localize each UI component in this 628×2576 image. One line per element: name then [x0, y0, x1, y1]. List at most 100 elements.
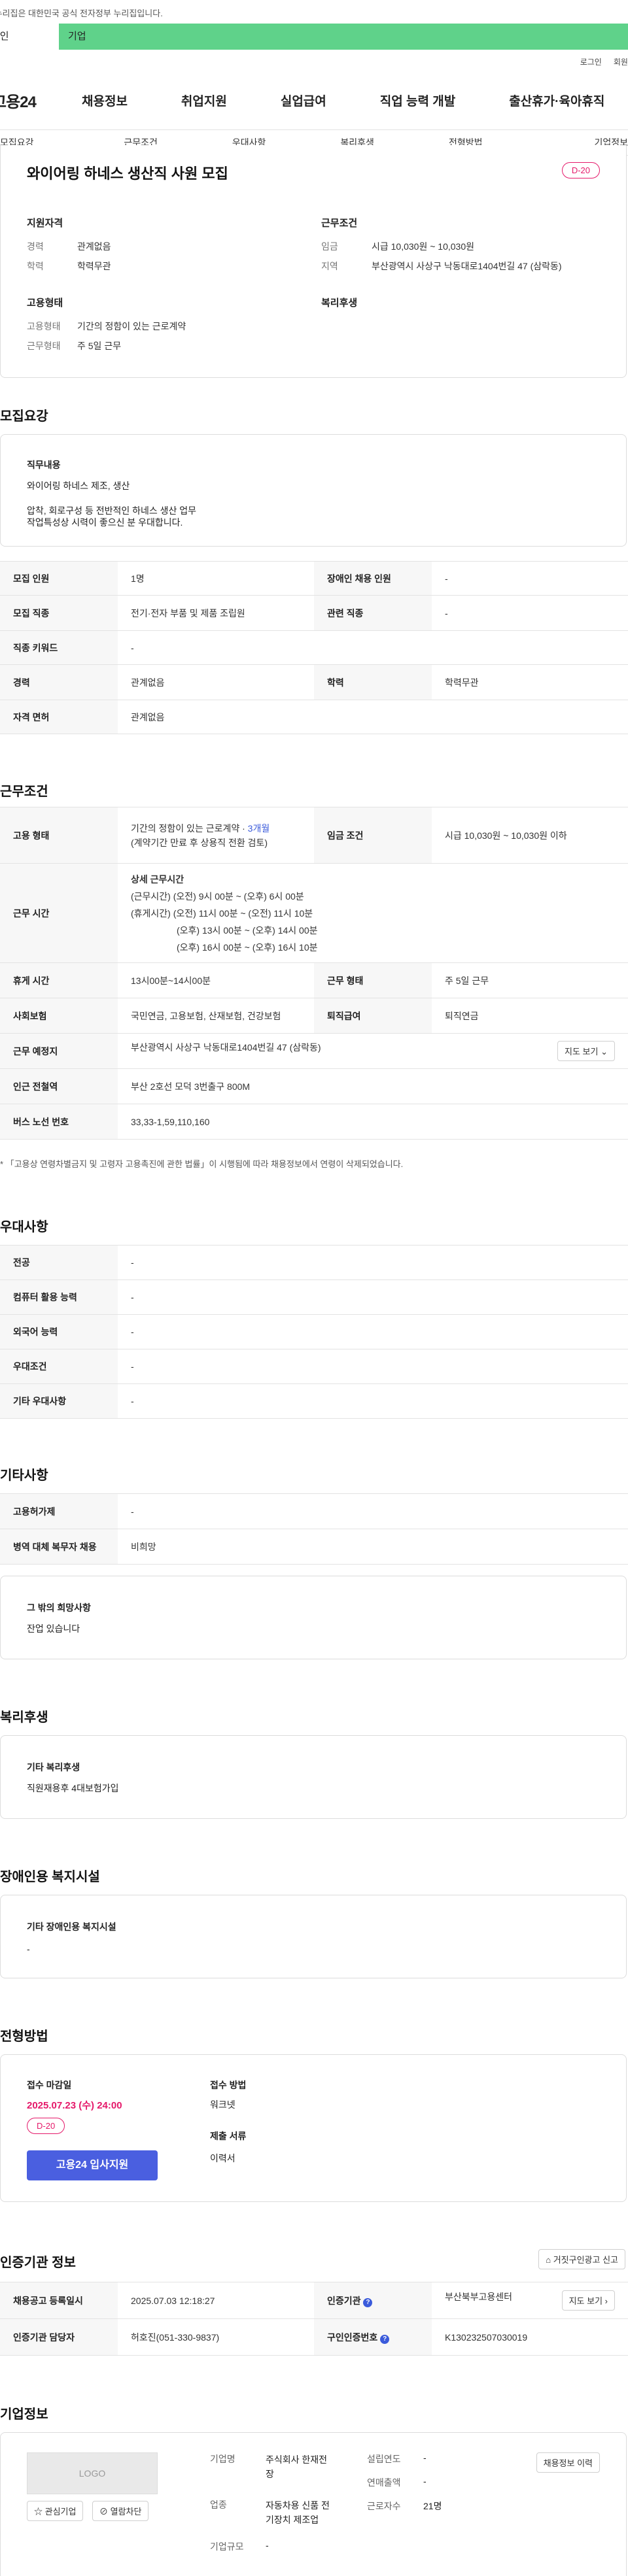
- row-value: 2025.07.03 12:18:27: [118, 2282, 314, 2319]
- row-key: 근무 예정지: [0, 1033, 118, 1069]
- table-row: 고용허가제 -: [0, 1493, 628, 1529]
- row-key: 병역 대체 복무자 채용: [0, 1529, 118, 1565]
- global-nav: 고용24 채용정보 취업지원 실업급여 직업 능력 개발 출산휴가·육아휴직: [0, 78, 628, 122]
- login-link[interactable]: 로그인: [580, 56, 602, 67]
- site-logo[interactable]: 고용24: [0, 89, 82, 112]
- gnb-item-parental-leave[interactable]: 출산휴가·육아휴직: [509, 92, 604, 109]
- table-row: 외국어 능력 -: [0, 1314, 628, 1349]
- emp-type-key: 고용형태: [27, 321, 61, 331]
- row-key: 우대조건: [0, 1349, 118, 1384]
- emp-value-text: 기간의 정함이 있는 근로계약 ·: [131, 822, 248, 834]
- apply-button[interactable]: 고용24 입사지원: [27, 2150, 158, 2180]
- auth-map-button[interactable]: 지도 보기 ›: [561, 2290, 615, 2311]
- gnb-item-unemployment-benefit[interactable]: 실업급여: [281, 92, 326, 109]
- tab-corporate[interactable]: 기업: [59, 24, 628, 50]
- table-row: 모집 인원 1명 장애인 채용 인원 -: [0, 561, 628, 596]
- tab-individual[interactable]: 개인: [0, 24, 59, 50]
- report-button-label: 거짓구인광고 신고: [553, 2255, 618, 2265]
- contract-period: 3개월: [247, 822, 270, 834]
- report-button[interactable]: ⌂ 거짓구인광고 신고: [538, 2249, 625, 2269]
- disabled-card-label: 기타 장애인용 복지시설: [27, 1922, 116, 1932]
- row-value: 전기·전자 부품 및 제품 조립원: [118, 595, 314, 631]
- section-title-preferences: 우대사항: [0, 1220, 48, 1234]
- deadline-value: 2025.07.23 (수) 24:00: [27, 2100, 122, 2111]
- chevron-right-icon: ›: [604, 2296, 608, 2306]
- table-row: 버스 노선 번호 33,33-1,59,110,160: [0, 1104, 628, 1140]
- table-row: 경력 관계없음 학력 학력무관: [0, 664, 628, 700]
- row-key: 기타 우대사항: [0, 1383, 118, 1419]
- recruit-history-button[interactable]: 채용정보 이력: [536, 2452, 600, 2473]
- row-value: 33,33-1,59,110,160: [118, 1104, 628, 1140]
- company-biz-line: 자동차용 신품 전: [266, 2500, 330, 2511]
- row-value: 부산북부고용센터 지도 보기 ›: [432, 2282, 628, 2319]
- method-value: 워크넷: [210, 2099, 236, 2110]
- row-value: 주 5일 근무: [432, 962, 628, 998]
- row-key: 인근 전철역: [0, 1068, 118, 1104]
- star-icon: ☆: [34, 2507, 43, 2517]
- emp-value-note: (계약기간 만료 후 상용직 전환 검토): [131, 837, 268, 848]
- info-icon: *: [0, 1159, 4, 1169]
- block-icon: ⊘: [99, 2507, 109, 2517]
- dday-badge: D-20: [561, 162, 600, 178]
- work-table: 고용 형태 기간의 정함이 있는 근로계약 · 3개월 (계약기간 만료 후 상…: [0, 807, 628, 1140]
- top-links: 로그인 회원가입: [580, 56, 628, 67]
- table-row: 채용공고 등록일시 2025.07.03 12:18:27 인증기관 ? 부산북…: [0, 2282, 628, 2319]
- row-key: 임금 조건: [314, 807, 432, 864]
- place-value: 부산광역시 사상구 낙동대로1404번길 47 (삼락동): [131, 1042, 321, 1053]
- welfare-card: 기타 복리후생 직원재용후 4대보험가입: [0, 1735, 627, 1819]
- section-title-work: 근무조건: [0, 785, 48, 799]
- row-key: 자격 면허: [0, 700, 118, 734]
- edu-value: 학력무관: [77, 261, 111, 271]
- row-key: 장애인 채용 인원: [314, 561, 432, 596]
- recruit-history-label: 채용정보 이력: [543, 2458, 593, 2468]
- question-icon[interactable]: ?: [363, 2297, 373, 2307]
- join-link[interactable]: 회원가입: [614, 56, 628, 67]
- table-row: 전공 -: [0, 1245, 628, 1280]
- table-row: 인근 전철역 부산 2호선 모덕 3번출구 800M: [0, 1068, 628, 1104]
- company-sales-value: -: [423, 2476, 427, 2486]
- block-button-label: 열람차단: [110, 2507, 142, 2517]
- section-title-welfare: 복리후생: [0, 1710, 48, 1725]
- hope-label: 그 밖의 희망사항: [27, 1602, 91, 1613]
- favorite-company-button[interactable]: ☆ 관심기업: [27, 2501, 84, 2521]
- block-company-button[interactable]: ⊘ 열람차단: [92, 2501, 149, 2521]
- region-key: 지역: [321, 261, 338, 271]
- hours-line: (오후) 16시 00분 ~ (오후) 16시 10분: [177, 941, 318, 953]
- row-value: 시급 10,030원 ~ 10,030원 이하: [432, 807, 628, 864]
- row-key: 퇴직급여: [314, 998, 432, 1034]
- question-icon[interactable]: ?: [380, 2334, 390, 2344]
- row-key: 외국어 능력: [0, 1314, 118, 1349]
- row-key: 채용공고 등록일시: [0, 2282, 118, 2319]
- table-row: 휴게 시간 13시00분~14시00분 근무 형태 주 5일 근무: [0, 962, 628, 998]
- row-value: -: [118, 630, 628, 665]
- map-button-label: 지도 보기: [565, 1047, 599, 1057]
- company-name-value: 주식회사 한재전 장: [266, 2452, 327, 2481]
- home-icon: ⌂: [546, 2255, 551, 2265]
- row-key: 고용 형태: [0, 807, 118, 864]
- gnb-item-employment-support[interactable]: 취업지원: [181, 92, 227, 109]
- duty-label: 직무내용: [27, 460, 61, 470]
- wage-value: 시급 10,030원 ~ 10,030원: [372, 241, 475, 252]
- company-biz-value: 자동차용 신품 전 기장치 제조업: [266, 2498, 330, 2527]
- recruit-table: 모집 인원 1명 장애인 채용 인원 - 모집 직종 전기·전자 부품 및 제품…: [0, 561, 628, 734]
- row-key: 모집 인원: [0, 561, 118, 596]
- selection-dday-badge: D-20: [27, 2118, 65, 2134]
- row-value: -: [118, 1280, 628, 1315]
- company-sales-key: 연매출액: [367, 2477, 401, 2488]
- row-value: -: [118, 1383, 628, 1419]
- row-key: 근무 시간: [0, 863, 118, 963]
- row-value: 국민연금, 고용보험, 산재보험, 건강보험: [118, 998, 314, 1034]
- row-value: 관계없음: [118, 700, 628, 734]
- gnb-item-skills[interactable]: 직업 능력 개발: [380, 92, 455, 109]
- gnb-item-jobs[interactable]: 채용정보: [82, 92, 128, 109]
- table-row: 자격 면허 관계없음: [0, 700, 628, 734]
- map-button[interactable]: 지도 보기 ⌄: [557, 1041, 615, 1061]
- row-key: 직종 키워드: [0, 630, 118, 665]
- chevron-down-icon: ⌄: [601, 1047, 608, 1057]
- etc-table: 고용허가제 - 병역 대체 복무자 채용 비희망: [0, 1493, 628, 1565]
- hours-line: (근무시간) (오전) 9시 00분 ~ (오후) 6시 00분: [131, 890, 304, 902]
- company-biz-key: 업종: [210, 2500, 227, 2510]
- row-key: 버스 노선 번호: [0, 1104, 118, 1140]
- apply-button-label: 고용24 입사지원: [56, 2160, 129, 2171]
- company-name-key: 기업명: [210, 2454, 236, 2464]
